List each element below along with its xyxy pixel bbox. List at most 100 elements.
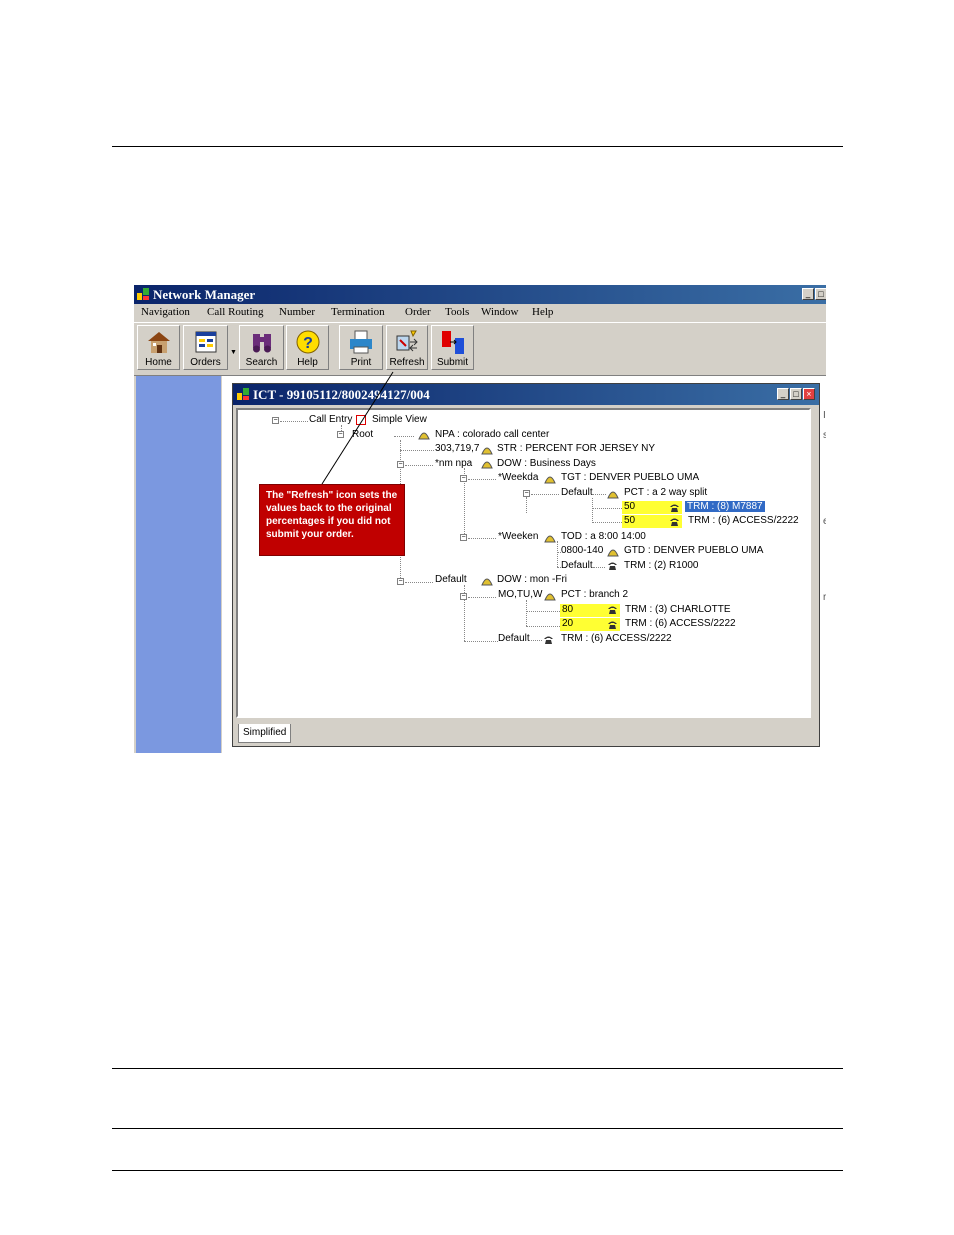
- tree-connector: [464, 641, 498, 642]
- submit-button[interactable]: Submit: [431, 325, 474, 370]
- menu-help[interactable]: Help: [532, 306, 553, 318]
- tree-node-gtd[interactable]: GTD : DENVER PUEBLO UMA: [624, 545, 763, 556]
- tree-connector: [529, 640, 542, 641]
- bell-icon: [607, 491, 619, 499]
- tab-simplified[interactable]: Simplified: [238, 724, 292, 743]
- tree-node-call-entry[interactable]: Call Entry: [309, 414, 352, 425]
- tree-connector: [526, 626, 560, 627]
- simple-view-checkbox[interactable]: [356, 415, 366, 425]
- view-tab-bar: Simplified: [236, 724, 816, 744]
- tree-connector: [394, 436, 414, 437]
- binoculars-icon: [252, 334, 271, 353]
- print-button[interactable]: Print: [339, 325, 383, 370]
- child-title-bar[interactable]: ICT - 99105112/8002494127/004 _ □ ×: [233, 384, 819, 405]
- tree-toggle[interactable]: −: [460, 534, 467, 541]
- child-close-icon[interactable]: ×: [803, 388, 815, 400]
- tree-connector: [526, 611, 560, 612]
- menu-window[interactable]: Window: [481, 306, 518, 318]
- tree-node-str[interactable]: STR : PERCENT FOR JERSEY NY: [497, 443, 655, 454]
- tree-node-dow-business-days[interactable]: DOW : Business Days: [497, 458, 596, 469]
- tree-node-default[interactable]: Default: [561, 487, 593, 498]
- menu-number[interactable]: Number: [279, 306, 315, 318]
- app-title-bar[interactable]: Network Manager _ □: [134, 285, 826, 304]
- minimize-icon[interactable]: _: [802, 288, 814, 300]
- tree-node-default[interactable]: Default: [498, 633, 530, 644]
- tree-node-303[interactable]: 303,719,7: [435, 443, 480, 454]
- tree-node-pct-split[interactable]: PCT : a 2 way split: [624, 487, 707, 498]
- tree-toggle[interactable]: −: [460, 593, 467, 600]
- refresh-button[interactable]: Refresh: [386, 325, 428, 370]
- simple-view-label: Simple View: [372, 414, 427, 425]
- house-icon: [147, 332, 170, 353]
- tree-toggle[interactable]: −: [523, 490, 530, 497]
- menu-termination[interactable]: Termination: [331, 306, 385, 318]
- bell-icon: [481, 447, 493, 455]
- tree-node-weekda[interactable]: *Weekda: [498, 472, 538, 483]
- orders-dropdown-icon[interactable]: ▼: [230, 349, 237, 356]
- tree-toggle[interactable]: −: [337, 431, 344, 438]
- home-label: Home: [145, 357, 172, 368]
- print-label: Print: [350, 357, 372, 368]
- tree-node-default[interactable]: Default: [561, 560, 593, 571]
- help-icon: ?: [296, 330, 319, 354]
- tree-node-trm-charlotte[interactable]: TRM : (3) CHARLOTTE: [625, 604, 731, 615]
- printer-icon: [350, 330, 372, 354]
- tree-connector: [280, 421, 308, 422]
- tree-node-weeken[interactable]: *Weeken: [498, 531, 538, 542]
- menu-navigation[interactable]: Navigation: [141, 306, 190, 318]
- tree-node-tod[interactable]: TOD : a 8:00 14:00: [561, 531, 646, 542]
- edge-mark: I: [823, 410, 826, 421]
- tree-node-trm-r1000[interactable]: TRM : (2) R1000: [624, 560, 698, 571]
- tree-node-pct-branch[interactable]: PCT : branch 2: [561, 589, 628, 600]
- orders-button[interactable]: Orders: [183, 325, 228, 370]
- tree-node-mo-tu-w[interactable]: MO,TU,W: [498, 589, 542, 600]
- maximize-icon[interactable]: □: [815, 288, 826, 300]
- tree-node-trm-access[interactable]: TRM : (6) ACCESS/2222: [688, 515, 799, 526]
- bell-icon: [544, 535, 556, 543]
- tree-connector: [592, 494, 606, 495]
- tree-node-trm-access[interactable]: TRM : (6) ACCESS/2222: [561, 633, 672, 644]
- tree-connector: [468, 597, 496, 598]
- tree-node-root[interactable]: Root: [352, 429, 373, 440]
- child-minimize-icon[interactable]: _: [777, 388, 789, 400]
- child-title: ICT - 99105112/8002494127/004: [253, 387, 430, 402]
- home-button[interactable]: Home: [137, 325, 180, 370]
- bell-icon: [544, 593, 556, 601]
- orders-label: Orders: [190, 357, 221, 368]
- top-rule: [112, 146, 843, 147]
- svg-text:?: ?: [303, 335, 313, 352]
- tree-node-default[interactable]: Default: [435, 574, 467, 585]
- bell-icon: [607, 549, 619, 557]
- bell-icon: [481, 578, 493, 586]
- menu-call-routing[interactable]: Call Routing: [207, 306, 264, 318]
- phone-icon: [608, 606, 617, 614]
- tree-toggle[interactable]: −: [397, 461, 404, 468]
- orders-icon: [195, 331, 216, 353]
- help-button[interactable]: ? Help: [286, 325, 329, 370]
- tree-node-trm-access[interactable]: TRM : (6) ACCESS/2222: [625, 618, 736, 629]
- search-button[interactable]: Search: [239, 325, 284, 370]
- tree-connector: [526, 497, 527, 513]
- tree-toggle[interactable]: −: [460, 475, 467, 482]
- phone-icon: [608, 621, 617, 629]
- tree-node-trm-m7887[interactable]: TRM : (8) M7887: [685, 501, 765, 512]
- child-maximize-icon[interactable]: □: [790, 388, 802, 400]
- edge-mark: s: [823, 430, 826, 441]
- percent-value: 50: [624, 501, 636, 512]
- refresh-icon: [396, 330, 418, 352]
- navigation-panel: [136, 376, 221, 753]
- menu-tools[interactable]: Tools: [445, 306, 469, 318]
- bell-icon: [418, 432, 430, 440]
- tree-toggle[interactable]: −: [272, 417, 279, 424]
- tree-node-nm-npa[interactable]: *nm npa: [435, 458, 472, 469]
- tree-connector: [592, 522, 622, 523]
- menu-order[interactable]: Order: [405, 306, 431, 318]
- tree-node-npa[interactable]: NPA : colorado call center: [435, 429, 549, 440]
- tree-node-0800[interactable]: 0800-140: [561, 545, 603, 556]
- tree-node-dow-mon-fri[interactable]: DOW : mon -Fri: [497, 574, 567, 585]
- tree-connector: [468, 479, 496, 480]
- routing-tree: [236, 408, 811, 718]
- tree-node-tgt[interactable]: TGT : DENVER PUEBLO UMA: [561, 472, 699, 483]
- submit-icon: [441, 331, 464, 354]
- tree-toggle[interactable]: −: [397, 578, 404, 585]
